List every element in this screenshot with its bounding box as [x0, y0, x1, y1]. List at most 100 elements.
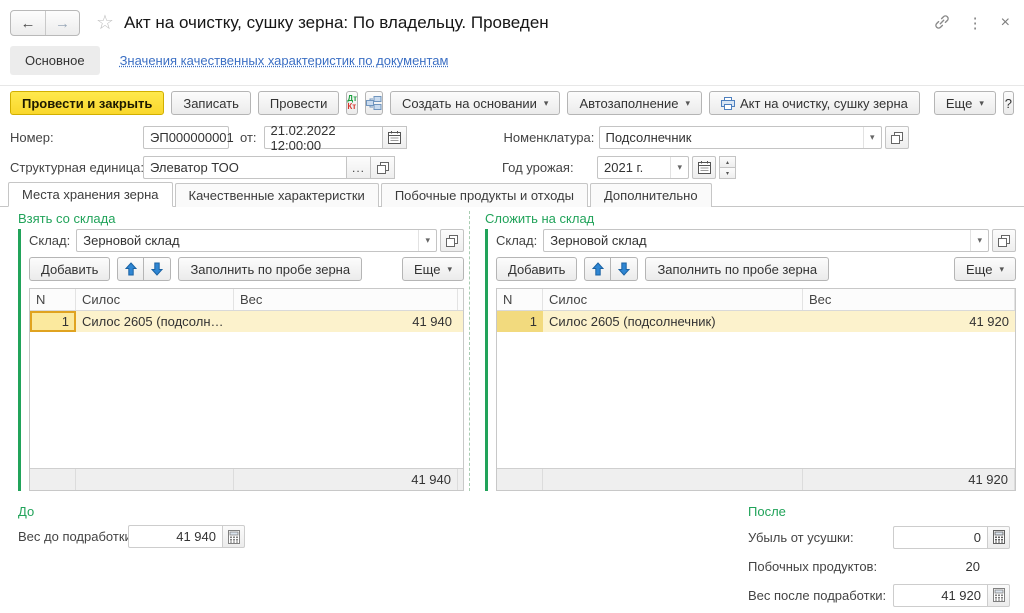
chevron-down-icon[interactable]: ▾ — [418, 230, 430, 251]
take-panel-title: Взять со склада — [18, 211, 464, 226]
chevron-down-icon[interactable]: ▾ — [863, 127, 875, 148]
chevron-down-icon[interactable]: ▾ — [970, 230, 982, 251]
open-icon — [998, 235, 1010, 247]
print-act-button[interactable]: Акт на очистку, сушку зерна — [709, 91, 920, 115]
tab-quality-characteristics[interactable]: Качественные характеристки — [175, 183, 379, 207]
column-header-n: N — [30, 289, 76, 310]
byproducts-value: 20 — [893, 559, 1010, 574]
quality-values-link[interactable]: Значения качественных характеристик по д… — [120, 53, 449, 68]
forward-button[interactable]: → — [45, 11, 79, 35]
write-button[interactable]: Записать — [171, 91, 251, 115]
column-header-n: N — [497, 289, 543, 310]
harvest-year-calendar-button[interactable] — [692, 156, 716, 179]
move-down-button[interactable] — [144, 257, 171, 281]
weight-after-field[interactable]: 41 920 — [893, 584, 988, 607]
calendar-icon — [698, 161, 711, 174]
warehouse-field[interactable]: Зерновой склад ▾ — [543, 229, 989, 252]
group-accent-bar — [18, 229, 21, 491]
date-calendar-button[interactable] — [383, 126, 407, 149]
ellipsis-icon: ... — [352, 161, 365, 175]
cell-silo[interactable]: Силос 2605 (подсолне... — [76, 311, 234, 332]
post-and-close-button[interactable]: Провести и закрыть — [10, 91, 164, 115]
table-more-button[interactable]: Еще▾ — [954, 257, 1016, 281]
table-total-row: 41 920 — [497, 468, 1015, 490]
table-row[interactable]: 1 Силос 2605 (подсолнечник) 41 920 — [497, 311, 1015, 332]
byproducts-label: Побочных продуктов: — [748, 559, 893, 574]
cell-n[interactable]: 1 — [30, 311, 76, 332]
table-empty-area[interactable] — [497, 332, 1015, 468]
warehouse-field[interactable]: Зерновой склад ▾ — [76, 229, 437, 252]
move-up-button[interactable] — [584, 257, 611, 281]
weight-before-calc-button[interactable] — [223, 525, 245, 548]
number-field[interactable]: ЭП000000001 — [143, 126, 229, 149]
nomenclature-field[interactable]: Подсолнечник ▾ — [599, 126, 882, 149]
help-button[interactable]: ? — [1003, 91, 1014, 115]
spinner-up-button[interactable]: ▴ — [719, 156, 736, 168]
toolbar-more-button[interactable]: Еще▾ — [934, 91, 996, 115]
table-more-button[interactable]: Еще▾ — [402, 257, 464, 281]
page-tabs: Места хранения зерна Качественные характ… — [0, 182, 1024, 207]
open-icon — [891, 132, 903, 144]
fill-by-grain-sample-button[interactable]: Заполнить по пробе зерна — [645, 257, 829, 281]
back-button[interactable]: ← — [11, 11, 45, 35]
shrinkage-field[interactable]: 0 — [893, 526, 988, 549]
document-fields: Номер: ЭП000000001 от: 21.02.2022 12:00:… — [0, 120, 1024, 182]
harvest-year-label: Год урожая: — [502, 160, 597, 175]
more-menu-icon[interactable]: ⋮ — [968, 14, 983, 32]
after-group-title: После — [748, 504, 1010, 519]
arrow-down-icon — [618, 262, 630, 276]
tab-main[interactable]: Основное — [10, 46, 100, 75]
structural-unit-choose-button[interactable]: ... — [347, 156, 371, 179]
command-bar: Провести и закрыть Записать Провести ДтК… — [0, 86, 1024, 120]
chevron-down-icon: ▾ — [447, 264, 452, 275]
add-row-button[interactable]: Добавить — [496, 257, 577, 281]
add-row-button[interactable]: Добавить — [29, 257, 110, 281]
tab-byproducts-waste[interactable]: Побочные продукты и отходы — [381, 183, 588, 207]
weight-before-label: Вес до подработки: — [18, 529, 128, 544]
cell-silo[interactable]: Силос 2605 (подсолнечник) — [543, 311, 803, 332]
structural-unit-field[interactable]: Элеватор ТОО — [143, 156, 347, 179]
date-field[interactable]: 21.02.2022 12:00:00 — [264, 126, 383, 149]
take-table: N Силос Вес 1 Силос 2605 (подсолне... 41… — [29, 288, 464, 491]
column-header-silo: Силос — [76, 289, 234, 310]
calculator-icon — [993, 588, 1005, 602]
move-up-button[interactable] — [117, 257, 144, 281]
structural-unit-open-button[interactable] — [371, 156, 395, 179]
table-row[interactable]: 1 Силос 2605 (подсолне... 41 940 — [30, 311, 463, 332]
total-weight: 41 940 — [234, 469, 458, 490]
create-based-on-button[interactable]: Создать на основании▾ — [390, 91, 560, 115]
shrinkage-calc-button[interactable] — [988, 526, 1010, 549]
chevron-down-icon: ▾ — [544, 98, 549, 109]
nomenclature-open-button[interactable] — [885, 126, 909, 149]
get-link-icon[interactable] — [934, 14, 950, 33]
open-icon — [377, 162, 389, 174]
autofill-button[interactable]: Автозаполнение▾ — [567, 91, 702, 115]
panel-splitter[interactable] — [464, 211, 475, 491]
document-structure-button[interactable] — [365, 91, 383, 115]
weight-before-field[interactable]: 41 940 — [128, 525, 223, 548]
move-down-button[interactable] — [611, 257, 638, 281]
spinner-down-button[interactable]: ▾ — [719, 168, 736, 179]
dr-cr-postings-button[interactable]: ДтКт — [346, 91, 358, 115]
arrow-down-icon — [151, 262, 163, 276]
back-icon: ← — [21, 15, 36, 32]
fill-by-grain-sample-button[interactable]: Заполнить по пробе зерна — [178, 257, 362, 281]
tab-additional[interactable]: Дополнительно — [590, 183, 712, 207]
close-icon[interactable]: × — [1001, 14, 1010, 32]
post-button[interactable]: Провести — [258, 91, 340, 115]
cell-n[interactable]: 1 — [497, 311, 543, 332]
cell-weight[interactable]: 41 920 — [803, 311, 1015, 332]
favorite-star-icon[interactable]: ☆ — [96, 13, 114, 33]
chevron-down-icon[interactable]: ▾ — [670, 157, 682, 178]
weight-after-calc-button[interactable] — [988, 584, 1010, 607]
total-weight: 41 920 — [803, 469, 1015, 490]
warehouse-open-button[interactable] — [440, 229, 464, 252]
table-empty-area[interactable] — [30, 332, 463, 468]
history-nav: ← → — [10, 10, 80, 36]
forward-icon: → — [55, 15, 70, 32]
cell-weight[interactable]: 41 940 — [234, 311, 458, 332]
column-header-weight: Вес — [803, 289, 1015, 310]
tab-storage-places[interactable]: Места хранения зерна — [8, 182, 173, 207]
warehouse-open-button[interactable] — [992, 229, 1016, 252]
harvest-year-field[interactable]: 2021 г. ▾ — [597, 156, 689, 179]
